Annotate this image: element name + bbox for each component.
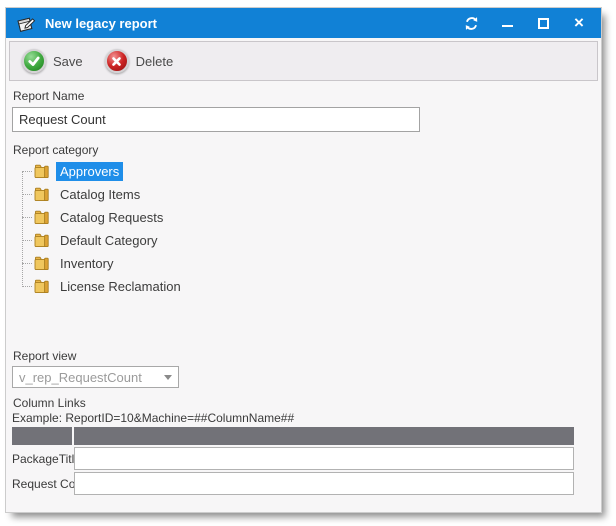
column-links-example: Example: ReportID=10&Machine=##ColumnNam…	[12, 411, 294, 425]
tree-item-label: Default Category	[56, 231, 162, 250]
tree-item-label: Catalog Items	[56, 185, 144, 204]
folder-icon	[34, 187, 51, 202]
request-count-link-input[interactable]	[74, 472, 574, 495]
tree-item-label: Inventory	[56, 254, 117, 273]
folder-icon	[34, 256, 51, 271]
report-category-label: Report category	[13, 143, 98, 157]
report-category-tree: Approvers Catalog Items Catalog Requ	[14, 160, 344, 298]
tree-item-label: Approvers	[56, 162, 123, 181]
window-title: New legacy report	[45, 16, 157, 31]
folder-icon	[34, 164, 51, 179]
chevron-down-icon	[164, 375, 172, 380]
tree-item-inventory[interactable]: Inventory	[14, 252, 344, 275]
report-view-label: Report view	[13, 349, 76, 363]
tree-item-catalog-items[interactable]: Catalog Items	[14, 183, 344, 206]
tree-item-label: License Reclamation	[56, 277, 185, 296]
folder-icon	[34, 210, 51, 225]
titlebar: New legacy report ×	[6, 8, 601, 38]
report-name-input[interactable]	[12, 107, 420, 132]
delete-x-icon	[105, 49, 129, 73]
save-button-label: Save	[53, 54, 83, 69]
folder-icon	[34, 279, 51, 294]
tree-item-label: Catalog Requests	[56, 208, 167, 227]
window-controls: ×	[463, 15, 591, 31]
grid-header-link-column	[74, 427, 574, 445]
packagetitle-link-input[interactable]	[74, 447, 574, 470]
delete-button-label: Delete	[136, 54, 174, 69]
report-view-dropdown[interactable]: v_rep_RequestCount	[12, 366, 179, 388]
save-check-icon	[22, 49, 46, 73]
folder-icon	[34, 233, 51, 248]
maximize-icon[interactable]	[535, 15, 551, 31]
close-icon[interactable]: ×	[571, 15, 587, 31]
save-button[interactable]: Save	[22, 49, 83, 73]
tree-item-default-category[interactable]: Default Category	[14, 229, 344, 252]
column-row-label: PackageTitle	[12, 452, 81, 466]
tree-item-license-reclamation[interactable]: License Reclamation	[14, 275, 344, 298]
minimize-icon[interactable]	[499, 15, 515, 31]
report-note-icon	[16, 15, 36, 32]
refresh-icon[interactable]	[463, 15, 479, 31]
tree-item-approvers[interactable]: Approvers	[14, 160, 344, 183]
report-name-label: Report Name	[13, 89, 84, 103]
delete-button[interactable]: Delete	[105, 49, 174, 73]
grid-header-name-column	[12, 427, 72, 445]
column-links-label: Column Links	[13, 396, 86, 410]
report-view-value: v_rep_RequestCount	[19, 370, 160, 385]
toolbar: Save Delete	[9, 41, 598, 81]
tree-item-catalog-requests[interactable]: Catalog Requests	[14, 206, 344, 229]
dialog-window: New legacy report ×	[6, 8, 601, 512]
